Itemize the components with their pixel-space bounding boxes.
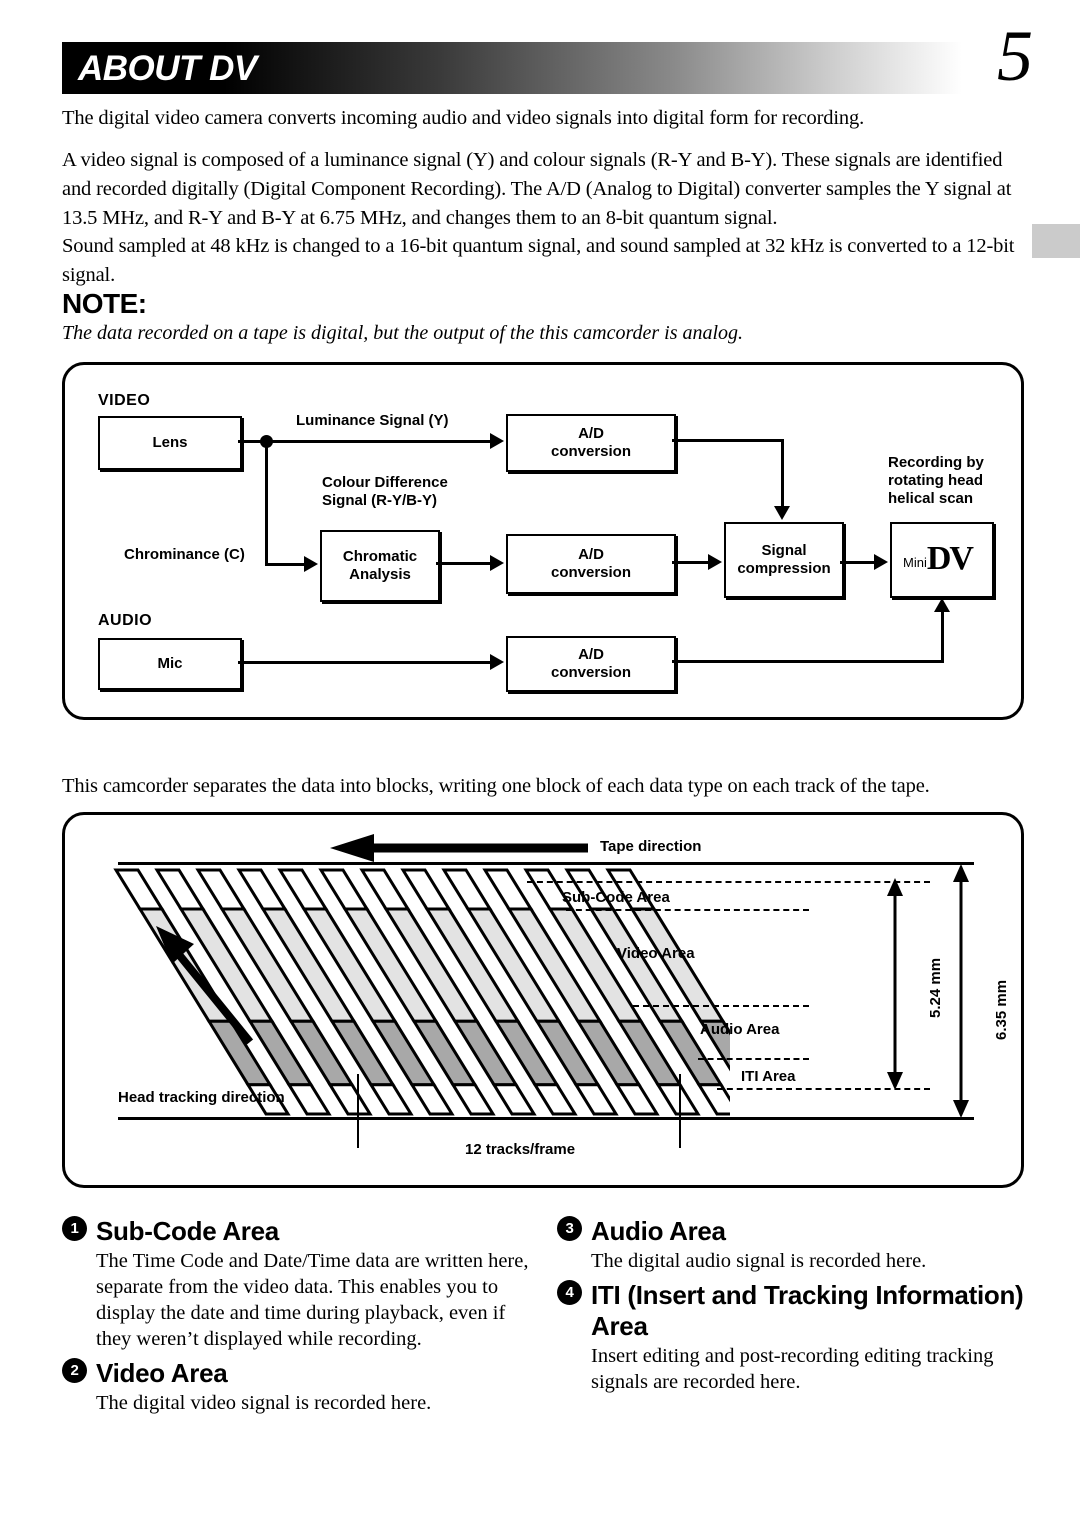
wire-ad-audio-out <box>672 660 944 663</box>
arrow-chroma-to-compression-icon <box>708 554 722 570</box>
box-ad-conversion-chroma: A/D conversion <box>506 534 676 594</box>
track-count-right-tick <box>679 1074 681 1148</box>
arrow-compression-to-tape-icon <box>874 554 888 570</box>
dimension-arrow-inner-icon <box>887 878 903 1090</box>
box-ad-conversion-audio: A/D conversion <box>506 636 676 692</box>
track-count-left-tick <box>357 1074 359 1148</box>
bottom-column-right: 3 Audio Area The digital audio signal is… <box>557 1216 1027 1401</box>
section-block-audio: 3 Audio Area The digital audio signal is… <box>557 1216 1027 1274</box>
area-label-subcode: Sub-Code Area <box>562 889 670 906</box>
tracks-per-frame-label: 12 tracks/frame <box>465 1141 576 1158</box>
wire-ad-luminance-down <box>781 439 784 509</box>
blocks-paragraph: This camcorder separates the data into b… <box>62 775 930 797</box>
box-ad-conversion-luminance: A/D conversion <box>506 414 676 472</box>
dash-video-bottom <box>633 1005 809 1007</box>
section-title-3: Audio Area <box>591 1216 726 1246</box>
box-mic: Mic <box>98 638 242 690</box>
dash-audio-bottom <box>698 1058 809 1060</box>
label-luminance-signal: Luminance Signal (Y) <box>296 412 449 429</box>
section-number-badge-1: 1 <box>62 1216 87 1241</box>
section-heading-iti: 4 ITI (Insert and Tracking Information) … <box>557 1280 1027 1342</box>
page-title: ABOUT DV <box>78 49 257 88</box>
tape-bottom-edge <box>118 1117 974 1120</box>
area-label-iti: ITI Area <box>741 1068 796 1085</box>
section-heading-video: 2 Video Area <box>62 1358 532 1389</box>
section-block-video: 2 Video Area The digital video signal is… <box>62 1358 532 1416</box>
label-colour-difference-signal: Colour Difference Signal (R-Y/B-Y) <box>322 474 448 509</box>
note-text: The data recorded on a tape is digital, … <box>62 322 744 344</box>
wire-lens-to-ad <box>238 440 492 443</box>
arrow-mic-to-ad-icon <box>490 654 504 670</box>
wire-mic-to-ad <box>238 661 492 664</box>
section-block-subcode: 1 Sub-Code Area The Time Code and Date/T… <box>62 1216 532 1352</box>
arrow-into-compression-icon <box>774 506 790 520</box>
minidv-dv-text: DV <box>926 540 974 577</box>
dimension-label-inner: 5.24 mm <box>927 957 944 1018</box>
arrow-lens-to-ad-icon <box>490 433 504 449</box>
section-title-4: ITI (Insert and Tracking Information) Ar… <box>591 1280 1024 1341</box>
wire-compression-to-tape <box>840 561 878 564</box>
area-label-video: Video Area <box>617 945 695 962</box>
arrow-audio-to-tape-icon <box>934 598 950 612</box>
head-tracking-label: Head tracking direction <box>118 1089 285 1106</box>
block-diagram-section-video: VIDEO <box>98 392 151 409</box>
minidv-logo: Mini DV <box>903 540 974 577</box>
wire-chromatic-to-ad <box>436 562 492 565</box>
arrow-to-chromatic-icon <box>304 556 318 572</box>
box-chromatic-analysis: Chromatic Analysis <box>320 530 440 602</box>
dash-subcode-bottom <box>566 909 809 911</box>
section-number-badge-2: 2 <box>62 1358 87 1383</box>
minidv-mini-text: Mini <box>903 555 927 570</box>
sound-sampling-paragraph: Sound sampled at 48 kHz is changed to a … <box>62 235 1015 286</box>
box-lens: Lens <box>98 416 242 470</box>
edge-tab-marker <box>1032 224 1080 258</box>
dimension-label-outer: 6.35 mm <box>993 979 1010 1040</box>
wire-ad-audio-up <box>941 612 944 662</box>
tape-direction-arrow-icon <box>330 834 588 862</box>
video-signal-paragraph: A video signal is composed of a luminanc… <box>62 149 1012 229</box>
label-recording-helical-scan: Recording by rotating head helical scan <box>888 454 984 507</box>
section-heading-subcode: 1 Sub-Code Area <box>62 1216 532 1247</box>
box-signal-compression: Signal compression <box>724 522 844 598</box>
dash-subcode-top <box>527 881 930 883</box>
wire-ad-luminance-out <box>672 439 784 442</box>
wire-chrominance-to-chromatic <box>265 563 307 566</box>
section-text-2: The digital video signal is recorded her… <box>96 1392 432 1414</box>
section-text-4: Insert editing and post-recording editin… <box>591 1345 994 1393</box>
section-block-iti: 4 ITI (Insert and Tracking Information) … <box>557 1280 1027 1395</box>
section-text-3: The digital audio signal is recorded her… <box>591 1250 927 1272</box>
section-title-1: Sub-Code Area <box>96 1216 279 1246</box>
section-title-2: Video Area <box>96 1358 228 1388</box>
arrow-chromatic-to-ad-icon <box>490 555 504 571</box>
tape-top-edge <box>118 862 974 865</box>
section-number-badge-3: 3 <box>557 1216 582 1241</box>
head-tracking-arrow-icon <box>156 926 254 1045</box>
section-heading-audio: 3 Audio Area <box>557 1216 1027 1247</box>
section-text-1: The Time Code and Date/Time data are wri… <box>96 1250 529 1350</box>
tape-direction-label: Tape direction <box>600 838 702 855</box>
label-chrominance: Chrominance (C) <box>124 546 245 563</box>
section-number-badge-4: 4 <box>557 1280 582 1305</box>
dimension-arrow-outer-icon <box>953 864 969 1118</box>
note-heading: NOTE: <box>62 288 147 319</box>
bottom-column-left: 1 Sub-Code Area The Time Code and Date/T… <box>62 1216 532 1422</box>
page-number: 5 <box>997 16 1033 96</box>
wire-ad-chroma-to-compression <box>672 561 710 564</box>
intro-paragraph: The digital video camera converts incomi… <box>62 107 865 129</box>
area-label-audio: Audio Area <box>700 1021 780 1038</box>
block-diagram-section-audio: AUDIO <box>98 612 153 629</box>
wire-junction-down <box>265 440 268 566</box>
